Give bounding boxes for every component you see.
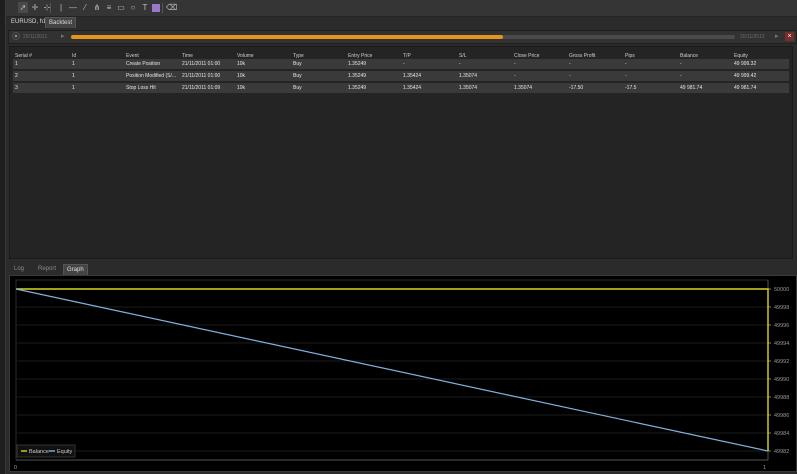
table-cell: - <box>459 61 461 67</box>
table-cell: 1 <box>72 61 75 67</box>
table-cell: - <box>625 61 627 67</box>
table-row[interactable]: 2 1 Position Modified (S/... 21/11/2011 01:… <box>13 71 789 81</box>
table-cell: 1 <box>15 61 18 67</box>
left-edge-panel <box>0 0 6 474</box>
table-cell: - <box>625 73 627 79</box>
timeline-end-date[interactable]: 20/11/2012 <box>740 33 765 41</box>
table-cell: 2 <box>15 73 18 79</box>
table-cell: 10k <box>237 73 246 79</box>
table-cell: - <box>680 61 682 67</box>
trades-table: Serial # Id Event Time Volume Type Entry Price… <box>9 46 793 259</box>
timeline-start-date[interactable]: 20/11/2011 <box>23 33 47 41</box>
text-icon[interactable]: T <box>140 2 150 13</box>
table-cell: 1.35249 <box>348 85 367 91</box>
table-cell: 49 999.32 <box>734 61 757 67</box>
timeline-progress <box>71 35 503 39</box>
table-cell: - <box>569 61 571 67</box>
table-cell: Buy <box>293 85 302 91</box>
table-cell: Buy <box>293 73 302 79</box>
table-cell: 3 <box>15 85 18 91</box>
legend-equity-label: Equity <box>57 449 73 455</box>
y-tick-label: 50000 <box>774 287 789 293</box>
table-cell: 21/11/2011 01:00 <box>182 73 221 79</box>
table-cell: -17.5 <box>625 85 637 91</box>
tab-eurusd-h1[interactable]: EURUSD, h1 <box>8 17 49 27</box>
table-cell: Create Position <box>126 61 161 67</box>
timeline-end-arrow-icon[interactable]: ▸ <box>775 32 779 42</box>
y-tick-label: 49982 <box>774 449 789 455</box>
table-cell: 10k <box>237 85 246 91</box>
table-row[interactable]: 1 1 Create Position 21/11/2011 01:00 10k Buy 1… <box>13 59 789 69</box>
tab-log[interactable]: Log <box>11 264 27 274</box>
trendline-icon[interactable]: ⁄ <box>80 2 90 13</box>
y-tick-label: 49994 <box>774 341 789 347</box>
rectangle-icon[interactable]: ▭ <box>116 2 126 13</box>
table-cell: 1.35074 <box>459 85 478 91</box>
table-cell: 1.35249 <box>348 61 367 67</box>
tab-graph[interactable]: Graph <box>63 264 88 275</box>
table-cell: - <box>569 73 571 79</box>
y-tick-label: 49984 <box>774 431 789 437</box>
y-tick-label: 49992 <box>774 359 789 365</box>
cursor-icon[interactable]: ➚ <box>18 2 28 13</box>
table-cell: 1.35249 <box>348 73 367 79</box>
table-cell: 49 999.42 <box>734 73 757 79</box>
table-cell: - <box>680 73 682 79</box>
table-cell: 10k <box>237 61 246 67</box>
y-tick-label: 49986 <box>774 413 789 419</box>
y-tick-label: 49990 <box>774 377 789 383</box>
equity-chart-panel: 50000 49998 49996 49994 49992 49990 49988 49986… <box>9 275 797 472</box>
table-cell: 49 981.74 <box>680 85 703 91</box>
y-tick-label: 49988 <box>774 395 789 401</box>
table-cell: Buy <box>293 61 302 67</box>
crosshair-icon[interactable]: ✛ <box>30 2 40 13</box>
equity-chart: 50000 49998 49996 49994 49992 49990 49988 49986… <box>14 279 789 471</box>
ellipse-icon[interactable]: ○ <box>128 2 138 13</box>
x-tick-label: 1 <box>763 465 766 471</box>
timeline-start-arrow-icon[interactable]: ▸ <box>61 32 65 42</box>
toolbar-separator <box>50 3 51 13</box>
table-cell: Stop Loss Hit <box>126 85 156 91</box>
table-cell: 1.35074 <box>514 85 533 91</box>
table-cell: 1.35424 <box>403 73 422 79</box>
fibonacci-icon[interactable]: ≡ <box>104 2 114 13</box>
table-cell: 1.35074 <box>459 73 478 79</box>
table-cell: 1.35424 <box>403 85 422 91</box>
x-tick-label: 0 <box>14 465 17 471</box>
timeline-track[interactable] <box>71 35 735 39</box>
table-cell: 21/11/2011 01:09 <box>182 85 221 91</box>
table-cell: 1 <box>72 85 75 91</box>
table-cell: -17.50 <box>569 85 584 91</box>
horizontal-line-icon[interactable]: — <box>68 2 78 13</box>
y-tick-label: 49998 <box>774 305 789 311</box>
backtest-timeline: ⦿ 20/11/2011 ▸ 20/11/2012 ▸ × <box>8 30 797 44</box>
toolbar-separator <box>162 3 163 13</box>
table-row[interactable]: 3 1 Stop Loss Hit 21/11/2011 01:09 10k Buy 1.3… <box>13 83 789 93</box>
pitchfork-icon[interactable]: ⋔ <box>92 2 102 13</box>
tab-report[interactable]: Report <box>35 264 59 274</box>
table-cell: 1 <box>72 73 75 79</box>
table-cell: - <box>514 73 516 79</box>
table-cell: 49 981.74 <box>734 85 757 91</box>
table-cell: - <box>514 61 516 67</box>
table-cell: - <box>403 61 405 67</box>
timeline-play-icon[interactable]: ⦿ <box>12 32 20 42</box>
y-tick-label: 49996 <box>774 323 789 329</box>
drawing-toolbar: ➚ ✛ ⊹ | — ⁄ ⋔ ≡ ▭ ○ T ⌫ <box>6 0 797 17</box>
table-cell: Position Modified (S/... <box>126 73 177 79</box>
color-swatch-icon[interactable] <box>152 4 160 12</box>
clear-icon[interactable]: ⌫ <box>166 2 177 13</box>
vertical-line-icon[interactable]: | <box>56 2 66 13</box>
tab-backtest[interactable]: Backtest <box>45 17 77 28</box>
legend-balance-label: Balance <box>29 449 49 455</box>
close-backtest-button[interactable]: × <box>785 32 794 41</box>
table-cell: 21/11/2011 01:00 <box>182 61 221 67</box>
